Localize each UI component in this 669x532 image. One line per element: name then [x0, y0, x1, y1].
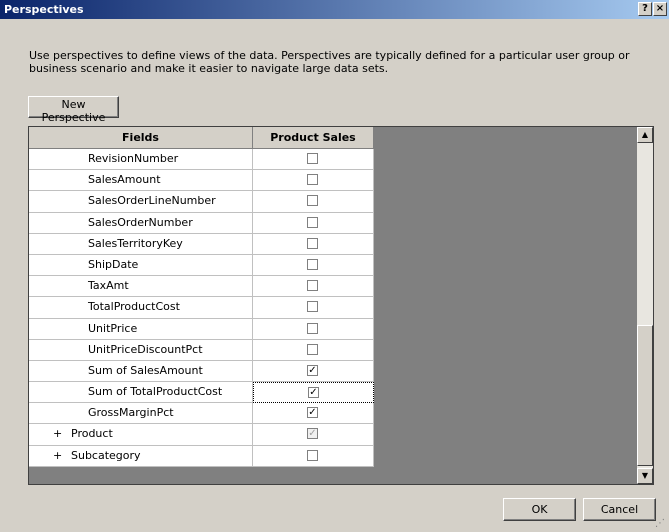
- field-label: TaxAmt: [88, 279, 129, 293]
- include-checkbox[interactable]: ✓: [307, 428, 318, 440]
- include-checkbox[interactable]: [307, 153, 318, 164]
- ok-button[interactable]: OK: [503, 498, 576, 521]
- perspective-cell: [253, 170, 374, 192]
- field-name-cell: SalesTerritoryKey: [29, 233, 253, 255]
- table-row[interactable]: UnitPriceDiscountPct: [29, 339, 374, 361]
- include-checkbox[interactable]: [307, 449, 318, 461]
- perspective-cell: [253, 276, 374, 298]
- perspective-cell: [253, 191, 374, 213]
- field-label: UnitPrice: [88, 321, 138, 335]
- table-row[interactable]: TaxAmt: [29, 276, 374, 298]
- field-name-cell: GrossMarginPct: [29, 403, 253, 425]
- field-name-cell: RevisionNumber: [29, 149, 253, 171]
- table-row[interactable]: Sum of TotalProductCost ✓: [29, 382, 374, 404]
- table-row[interactable]: SalesAmount: [29, 170, 374, 192]
- include-checkbox[interactable]: [307, 280, 318, 292]
- perspective-cell: [253, 254, 374, 277]
- table-row[interactable]: ShipDate: [29, 254, 374, 277]
- perspective-cell: [253, 445, 374, 467]
- table-row[interactable]: RevisionNumber: [29, 149, 374, 171]
- field-label: Subcategory: [71, 448, 141, 462]
- help-button[interactable]: ?: [638, 2, 652, 16]
- field-label: SalesOrderLineNumber: [88, 194, 216, 208]
- perspective-cell: ✓: [253, 382, 374, 404]
- include-checkbox[interactable]: [307, 216, 318, 228]
- include-checkbox[interactable]: ✓: [307, 407, 318, 419]
- description-text: Use perspectives to define views of the …: [29, 49, 630, 75]
- include-checkbox[interactable]: [307, 322, 318, 334]
- table-row[interactable]: TotalProductCost: [29, 297, 374, 319]
- column-header-fields[interactable]: Fields: [29, 127, 253, 149]
- cancel-button[interactable]: Cancel: [583, 498, 656, 521]
- include-checkbox[interactable]: [307, 343, 318, 355]
- perspective-cell: ✓: [253, 403, 374, 425]
- perspective-cell: ✓: [253, 424, 374, 446]
- include-checkbox[interactable]: [307, 301, 318, 313]
- table-row[interactable]: Sum of SalesAmount ✓: [29, 360, 374, 383]
- scroll-thumb[interactable]: [637, 325, 653, 466]
- field-name-cell: Sum of SalesAmount: [29, 360, 253, 383]
- include-checkbox[interactable]: [307, 195, 318, 207]
- field-name-cell: UnitPriceDiscountPct: [29, 339, 253, 361]
- field-label: Product: [71, 427, 113, 441]
- include-checkbox[interactable]: ✓: [308, 387, 319, 399]
- table-row[interactable]: UnitPrice: [29, 318, 374, 340]
- include-checkbox[interactable]: [307, 258, 318, 270]
- field-label: SalesTerritoryKey: [88, 236, 183, 250]
- column-header-product-sales[interactable]: Product Sales: [253, 127, 374, 149]
- table-row[interactable]: SalesOrderNumber: [29, 212, 374, 234]
- resize-grip-icon[interactable]: ⋰: [655, 518, 667, 530]
- field-name-cell: SalesOrderNumber: [29, 212, 253, 234]
- field-name-cell: TotalProductCost: [29, 297, 253, 319]
- field-label: Sum of SalesAmount: [88, 363, 203, 377]
- perspective-cell: [253, 149, 374, 171]
- table-row[interactable]: SalesTerritoryKey: [29, 233, 374, 255]
- field-label: SalesAmount: [88, 173, 161, 187]
- field-label: SalesOrderNumber: [88, 215, 193, 229]
- perspective-cell: ✓: [253, 360, 374, 383]
- perspective-cell: [253, 318, 374, 340]
- field-label: TotalProductCost: [88, 300, 180, 314]
- field-label: RevisionNumber: [88, 152, 179, 165]
- title-bar: Perspectives ? ×: [0, 0, 669, 19]
- grid-table: Fields Product Sales RevisionNumber Sales…: [29, 127, 374, 467]
- table-row[interactable]: GrossMarginPct ✓: [29, 403, 374, 425]
- field-name-cell: ShipDate: [29, 254, 253, 277]
- window-title: Perspectives: [4, 3, 84, 16]
- scroll-down-icon[interactable]: ▼: [637, 468, 653, 484]
- field-name-cell: + Product: [29, 424, 253, 446]
- field-name-cell: TaxAmt: [29, 276, 253, 298]
- perspective-cell: [253, 212, 374, 234]
- vertical-scrollbar[interactable]: ▲ ▼: [637, 127, 653, 484]
- new-perspective-button[interactable]: New Perspective: [28, 96, 119, 124]
- table-row[interactable]: + Subcategory: [29, 445, 374, 467]
- field-label: ShipDate: [88, 257, 139, 271]
- field-name-cell: SalesOrderLineNumber: [29, 191, 253, 213]
- field-label: Sum of TotalProductCost: [88, 385, 223, 399]
- field-name-cell: Sum of TotalProductCost: [29, 382, 253, 404]
- field-name-cell: + Subcategory: [29, 445, 253, 467]
- perspective-cell: [253, 339, 374, 361]
- table-row[interactable]: SalesOrderLineNumber: [29, 191, 374, 213]
- perspective-cell: [253, 297, 374, 319]
- expand-icon[interactable]: +: [53, 424, 71, 444]
- table-row[interactable]: + Product ✓: [29, 424, 374, 446]
- expand-icon[interactable]: +: [53, 446, 71, 466]
- field-label: GrossMarginPct: [88, 406, 174, 420]
- perspective-cell: [253, 233, 374, 255]
- include-checkbox[interactable]: [307, 237, 318, 249]
- perspectives-grid: Fields Product Sales RevisionNumber Sales…: [28, 126, 654, 485]
- close-button[interactable]: ×: [653, 2, 667, 16]
- include-checkbox[interactable]: ✓: [307, 364, 318, 376]
- grid-rows: RevisionNumber SalesAmount SalesOrderLineN…: [29, 149, 374, 467]
- include-checkbox[interactable]: [307, 174, 318, 186]
- field-label: UnitPriceDiscountPct: [88, 342, 203, 356]
- grid-header: Fields Product Sales: [29, 127, 374, 149]
- field-name-cell: SalesAmount: [29, 170, 253, 192]
- field-name-cell: UnitPrice: [29, 318, 253, 340]
- scroll-up-icon[interactable]: ▲: [637, 127, 653, 143]
- perspectives-dialog: Perspectives ? × Use perspectives to def…: [0, 0, 669, 532]
